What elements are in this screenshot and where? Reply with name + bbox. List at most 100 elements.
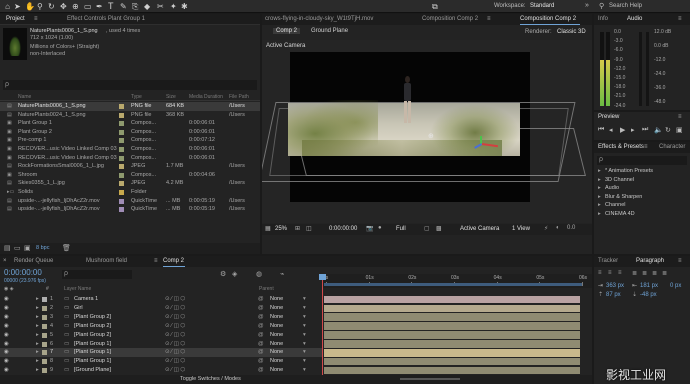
zoom-select[interactable]: 25% (275, 226, 287, 232)
label-color-swatch[interactable] (119, 164, 124, 170)
layer-label-color[interactable] (42, 332, 47, 338)
layer-switches[interactable]: ⊙ ⁄ ◫ ⬡ (165, 366, 185, 375)
chevron-down-icon[interactable]: ▾ (303, 357, 306, 366)
layer-label-color[interactable] (42, 314, 47, 320)
indent-right-value[interactable]: 181 px (640, 283, 658, 289)
layer-duration-bar[interactable] (324, 322, 580, 330)
col-layer-name[interactable]: Layer Name (64, 286, 91, 292)
graph-editor-icon[interactable]: ⌁ (280, 270, 284, 278)
viewer-timecode[interactable]: 0:00:00:00 (329, 226, 357, 232)
eye-icon[interactable]: ◉ (4, 331, 9, 340)
region-of-interest-icon[interactable]: ▢ (424, 225, 430, 232)
col-size[interactable]: Size (166, 94, 176, 100)
tab-menu-icon[interactable]: ≡ (487, 16, 491, 22)
justify-all-icon[interactable]: ≣ (662, 270, 667, 277)
effects-menu-icon[interactable]: ≡ (644, 144, 648, 150)
layer-label-color[interactable] (42, 305, 47, 311)
chevron-down-icon[interactable]: ▾ (303, 295, 306, 304)
eye-icon[interactable]: ◉ (4, 322, 9, 331)
layer-duration-bar[interactable] (324, 304, 580, 312)
home-icon[interactable]: ⌂ (3, 2, 12, 11)
twirl-icon[interactable]: ▸ (36, 322, 39, 331)
indent-first-value[interactable]: 0 px (670, 283, 681, 289)
col-name[interactable]: Name (18, 94, 31, 100)
parent-select[interactable]: None (270, 331, 283, 340)
tab-info[interactable]: Info (598, 14, 608, 25)
work-area-bar[interactable] (324, 283, 582, 286)
parent-select[interactable]: None (270, 348, 283, 357)
layer-switches[interactable]: ⊙ ⁄ ◫ ⬡ (165, 322, 185, 331)
label-color-swatch[interactable] (119, 138, 124, 144)
tool-zoom-icon[interactable]: ⚲ (37, 2, 43, 11)
resolution-select[interactable]: Full (396, 226, 406, 232)
project-search-input[interactable]: ρ (3, 80, 257, 90)
next-frame-icon[interactable]: ▸ (631, 126, 635, 134)
align-right-icon[interactable]: ≡ (618, 270, 622, 276)
view-layout-select[interactable]: 1 View (512, 226, 530, 232)
zoom-slider[interactable] (400, 378, 460, 380)
list-item[interactable]: ▣ Pre-comp 1 Compos... 0:00:07:12 (0, 136, 260, 145)
exposure-value[interactable]: 0.0 (567, 225, 575, 231)
paragraph-menu-icon[interactable]: ≡ (678, 258, 682, 264)
parent-select[interactable]: None (270, 295, 283, 304)
tool-clone-icon[interactable]: ⎘ (132, 2, 138, 12)
effects-search-input[interactable]: ρ (597, 156, 687, 165)
motion-blur-icon[interactable]: ◍ (256, 270, 262, 278)
tool-camera-icon[interactable]: ✥ (60, 2, 67, 11)
layer-label-color[interactable] (42, 341, 47, 347)
twirl-icon[interactable]: ▸ (36, 340, 39, 349)
tool-selection-icon[interactable]: ➤ (14, 2, 21, 11)
twirl-icon[interactable]: ▸ (36, 357, 39, 366)
chevron-down-icon[interactable]: ▾ (303, 313, 306, 322)
tool-mask-icon[interactable]: ▭ (84, 2, 92, 11)
tab-tracker[interactable]: Tracker (598, 256, 618, 267)
chevron-down-icon[interactable]: ▾ (303, 322, 306, 331)
tab-effect-controls[interactable]: Effect Controls Plant Group 1 (67, 14, 145, 25)
search-help-icon[interactable]: ⚲ (599, 2, 604, 10)
justify-center-icon[interactable]: ≣ (642, 270, 647, 277)
new-comp-icon[interactable]: ▣ (24, 244, 31, 252)
list-item[interactable]: ▤ upside-...-jellyfish_IjDhAcZ2r.mov Quick… (0, 205, 260, 214)
chevron-down-icon[interactable]: ▾ (303, 348, 306, 357)
parent-pickwhip-icon[interactable]: @ (258, 366, 264, 375)
anchor-point-icon[interactable]: ⊕ (428, 132, 434, 140)
list-item[interactable]: ▤ NaturePlants0024_1_S.png PNG file 368 KB /… (0, 111, 260, 120)
eye-icon[interactable]: ◉ (4, 295, 9, 304)
last-frame-icon[interactable]: ⏭ (642, 126, 648, 134)
effects-category[interactable]: ▸ Blur & Sharpen (598, 193, 690, 202)
col-filepath[interactable]: File Path (229, 94, 249, 100)
grid-icon[interactable]: ⊞ (295, 225, 300, 232)
preview-menu-icon[interactable]: ≡ (678, 114, 682, 120)
workspace-select[interactable]: Standard (530, 3, 554, 9)
renderer-select[interactable]: Classic 3D (557, 29, 586, 35)
layer-duration-bar[interactable] (324, 340, 580, 348)
layer-label-color[interactable] (42, 323, 47, 329)
mute-icon[interactable]: 🔈 (654, 126, 663, 134)
twirl-icon[interactable]: ▸ (36, 295, 39, 304)
playhead[interactable] (322, 274, 323, 377)
reset-exposure-icon[interactable]: ◐ (556, 225, 560, 231)
table-row[interactable]: ◉ ▸ 3 ▭ [Plant Group 2] ⊙ ⁄ ◫ ⬡ @ None ▾ (0, 313, 322, 322)
tab-render-queue[interactable]: Render Queue (14, 256, 53, 267)
eye-icon[interactable]: ◉ (4, 340, 9, 349)
tab-footage[interactable]: crows-flying-in-cloudy-sky_W1t9TjH.mov (265, 14, 373, 25)
playhead-marker[interactable] (319, 274, 326, 280)
col-type[interactable]: Type (131, 94, 142, 100)
layer-duration-bar[interactable] (324, 357, 580, 366)
col-duration[interactable]: Media Duration (189, 94, 223, 100)
tab-paragraph[interactable]: Paragraph (636, 256, 664, 267)
chevron-down-icon[interactable]: ▾ (303, 304, 306, 313)
interpret-footage-icon[interactable]: ▤ (4, 244, 11, 252)
layer-switches[interactable]: ⊙ ⁄ ◫ ⬡ (165, 357, 185, 366)
layer-duration-bar[interactable] (324, 313, 580, 321)
chevron-down-icon[interactable]: ▾ (303, 366, 306, 375)
loop-icon[interactable]: ↻ (665, 126, 671, 134)
comp-flowchart-icon[interactable]: ⚙ (220, 270, 226, 278)
parent-pickwhip-icon[interactable]: @ (258, 295, 264, 304)
tab-mushroom-field[interactable]: Mushroom field (86, 256, 127, 267)
list-item[interactable]: ▤ upside-...-jellyfish_IjDhAcZ2r.mov Quick… (0, 197, 260, 206)
justify-right-icon[interactable]: ≣ (652, 270, 657, 277)
col-parent[interactable]: Parent (259, 286, 274, 292)
parent-select[interactable]: None (270, 366, 283, 375)
tool-pin-icon[interactable]: ✱ (181, 2, 188, 11)
